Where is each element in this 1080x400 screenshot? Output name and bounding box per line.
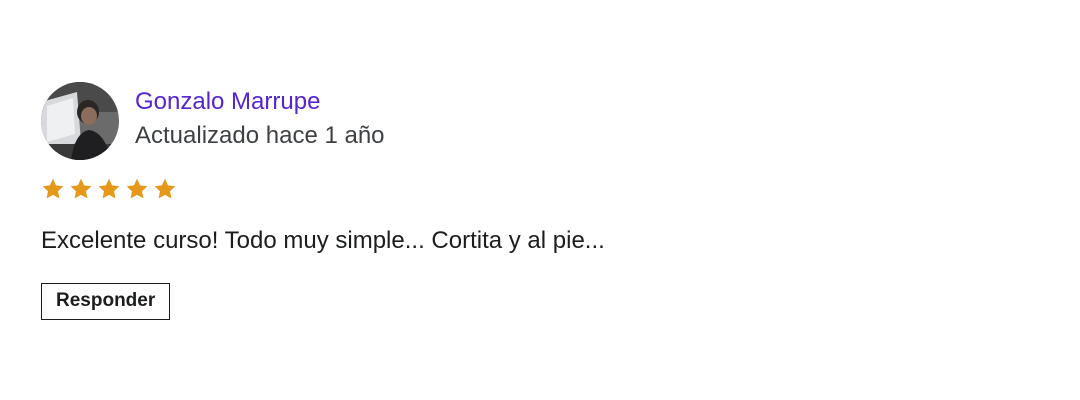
review-timestamp: Actualizado hace 1 año: [135, 122, 385, 149]
author-name-link[interactable]: Gonzalo Marrupe: [135, 88, 385, 116]
avatar[interactable]: [41, 82, 119, 160]
avatar-photo-icon: [41, 82, 119, 160]
star-icon: [98, 178, 120, 199]
star-icon: [42, 178, 64, 199]
reply-button[interactable]: Responder: [41, 283, 171, 320]
review-meta: Gonzalo Marrupe Actualizado hace 1 año: [135, 88, 385, 150]
review-card: Gonzalo Marrupe Actualizado hace 1 año E…: [41, 82, 1041, 320]
star-icon: [126, 178, 148, 199]
review-text: Excelente curso! Todo muy simple... Cort…: [41, 227, 605, 254]
review-header: Gonzalo Marrupe Actualizado hace 1 año: [41, 82, 1041, 160]
star-icon: [70, 178, 92, 199]
star-rating: [41, 177, 1041, 201]
star-icon: [154, 178, 176, 199]
